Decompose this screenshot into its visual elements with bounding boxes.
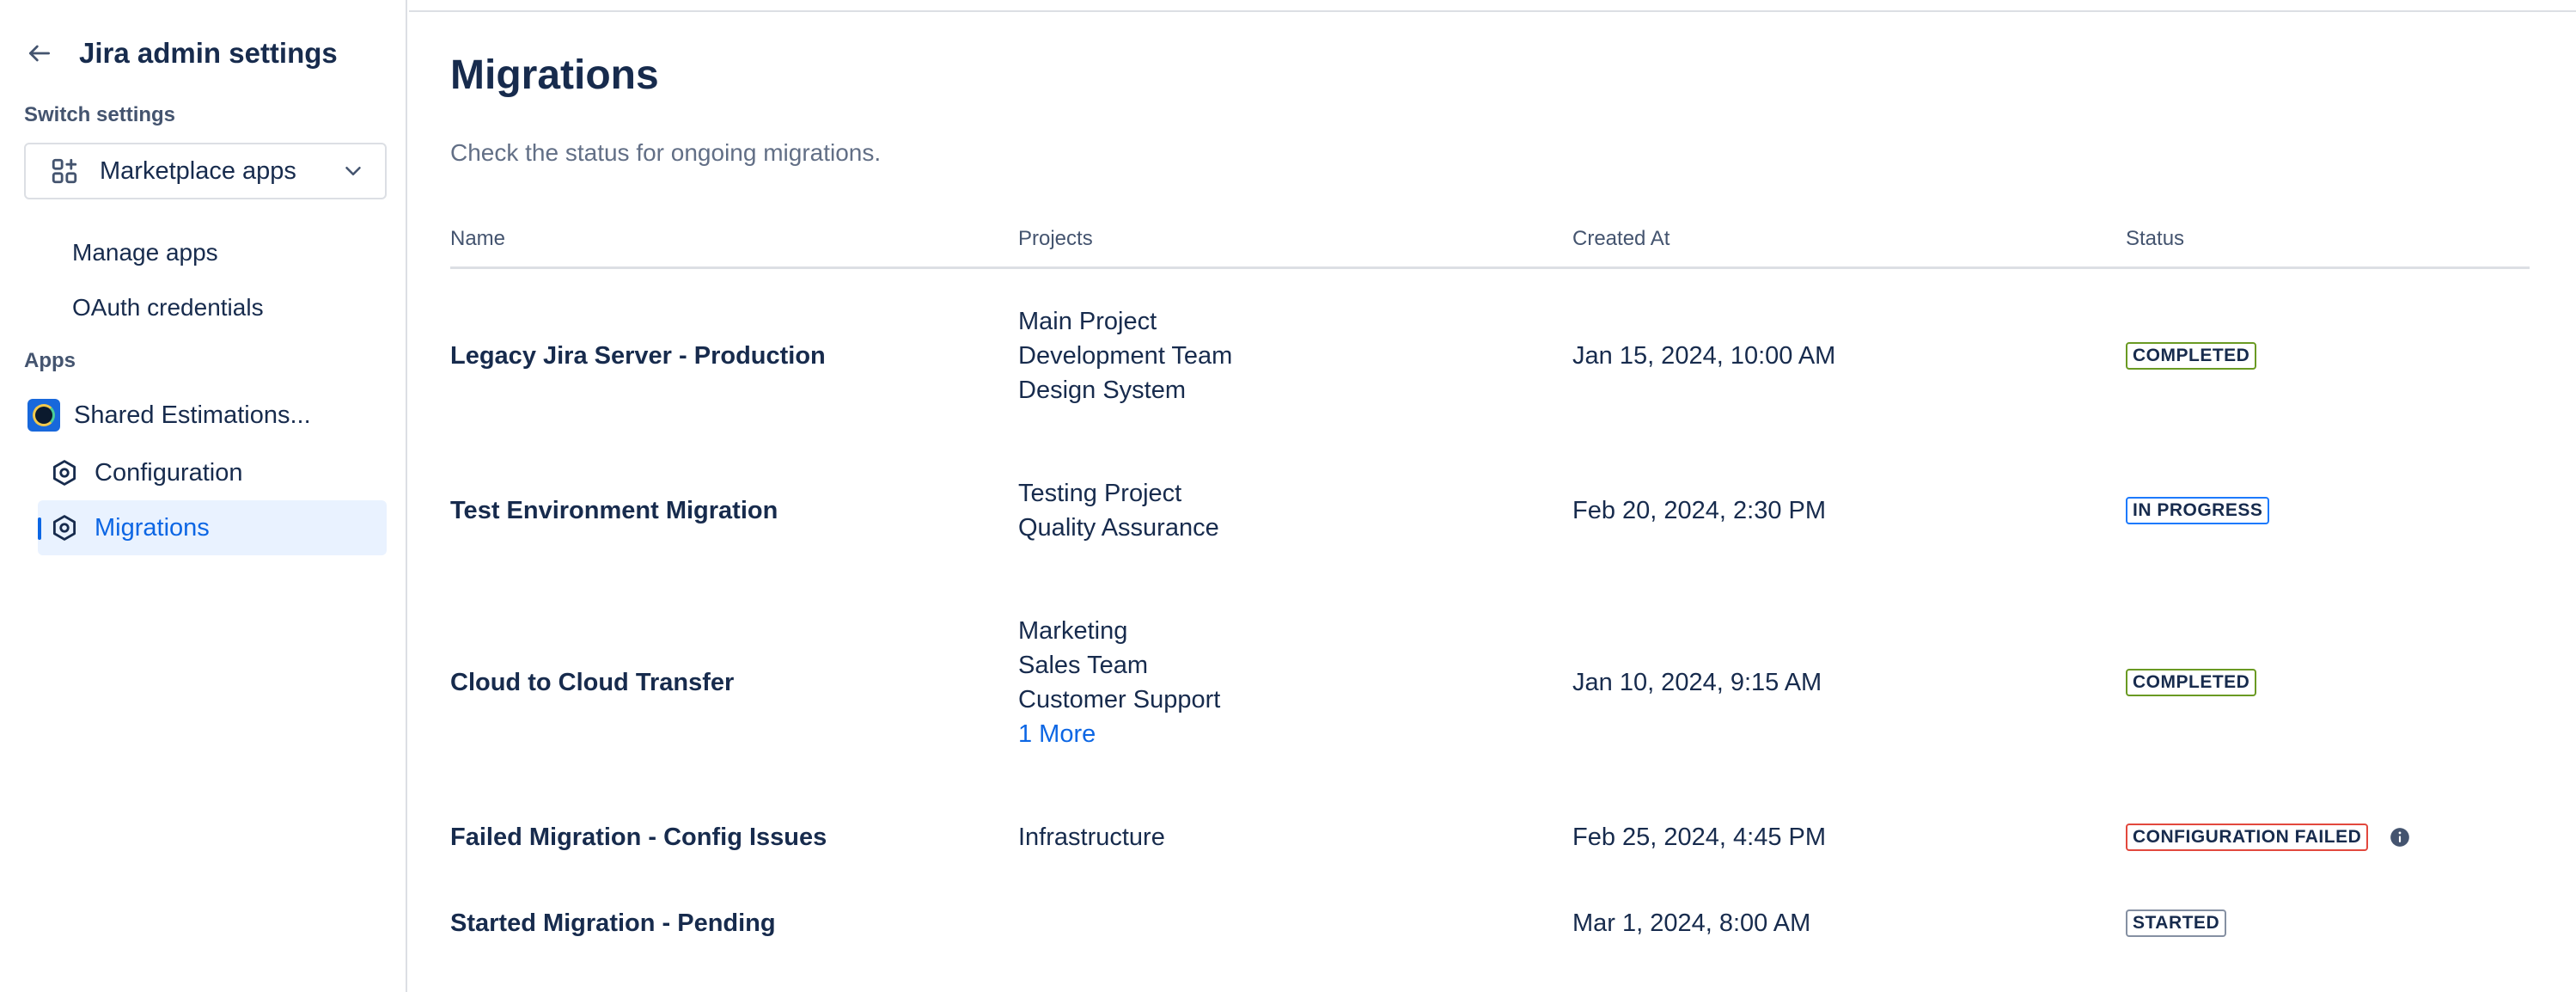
column-header-created-at[interactable]: Created At — [1572, 227, 1670, 251]
projects-cell: Testing Project Quality Assurance — [1018, 476, 1219, 545]
status-cell: IN PROGRESS — [2126, 497, 2270, 524]
sidebar-item-label: Configuration — [95, 458, 243, 487]
header-divider — [450, 266, 2530, 269]
created-at: Feb 20, 2024, 2:30 PM — [1572, 497, 1827, 524]
page-title: Migrations — [450, 52, 659, 98]
sidebar-item-migrations[interactable]: Migrations — [38, 500, 387, 555]
created-at: Jan 15, 2024, 10:00 AM — [1572, 342, 1836, 370]
column-header-status[interactable]: Status — [2126, 227, 2184, 251]
project-name: Infrastructure — [1018, 824, 1165, 851]
migration-name: Test Environment Migration — [450, 497, 778, 524]
migration-name: Started Migration - Pending — [450, 909, 776, 937]
project-name: Sales Team — [1018, 652, 1148, 679]
projects-cell: Main Project Development Team Design Sys… — [1018, 304, 1232, 407]
status-cell: COMPLETED — [2126, 342, 2257, 370]
project-name: Marketing — [1018, 617, 1128, 645]
status-badge: STARTED — [2126, 909, 2227, 937]
switch-select-value: Marketplace apps — [100, 156, 296, 185]
apps-section-label: Apps — [24, 349, 76, 372]
switch-settings-label: Switch settings — [24, 103, 176, 126]
status-badge: IN PROGRESS — [2126, 497, 2270, 524]
column-header-projects[interactable]: Projects — [1018, 227, 1093, 251]
sidebar-header: Jira admin settings — [26, 33, 338, 74]
project-name: Design System — [1018, 377, 1187, 404]
project-name: Customer Support — [1018, 686, 1221, 713]
hexagon-settings-icon — [50, 458, 79, 487]
chevron-down-icon — [340, 158, 366, 184]
created-at: Jan 10, 2024, 9:15 AM — [1572, 669, 1822, 696]
switch-settings-select[interactable]: Marketplace apps — [24, 143, 387, 199]
sidebar: Jira admin settings Switch settings Mark… — [0, 0, 407, 992]
info-icon[interactable] — [2389, 826, 2411, 848]
sidebar-app-shared-estimations[interactable]: Shared Estimations... — [27, 399, 311, 432]
app-name: Shared Estimations... — [74, 401, 311, 429]
hexagon-settings-icon — [50, 513, 79, 542]
main-content: Migrations Check the status for ongoing … — [450, 0, 2530, 992]
created-at: Mar 1, 2024, 8:00 AM — [1572, 909, 1811, 937]
app-logo-icon — [27, 399, 60, 432]
projects-cell: Marketing Sales Team Customer Support 1 … — [1018, 614, 1220, 751]
project-name: Quality Assurance — [1018, 514, 1219, 542]
column-header-name[interactable]: Name — [450, 227, 505, 251]
status-cell: STARTED — [2126, 909, 2227, 937]
project-name: Testing Project — [1018, 480, 1182, 507]
project-name: Main Project — [1018, 308, 1157, 335]
status-badge: COMPLETED — [2126, 342, 2257, 370]
apps-icon — [50, 156, 79, 186]
migration-name: Failed Migration - Config Issues — [450, 824, 827, 851]
sidebar-link-oauth-credentials[interactable]: OAuth credentials — [72, 294, 264, 321]
status-cell: CONFIGURATION FAILED — [2126, 824, 2411, 851]
projects-cell: Infrastructure — [1018, 820, 1165, 854]
more-projects-link[interactable]: 1 More — [1018, 717, 1220, 751]
sidebar-item-configuration[interactable]: Configuration — [38, 445, 387, 500]
migration-name: Legacy Jira Server - Production — [450, 342, 826, 370]
status-badge: COMPLETED — [2126, 669, 2257, 696]
status-badge: CONFIGURATION FAILED — [2126, 824, 2369, 851]
page-description: Check the status for ongoing migrations. — [450, 139, 882, 166]
app-root: Jira admin settings Switch settings Mark… — [0, 0, 2576, 992]
sidebar-title: Jira admin settings — [79, 37, 338, 69]
sidebar-link-manage-apps[interactable]: Manage apps — [72, 239, 218, 266]
created-at: Feb 25, 2024, 4:45 PM — [1572, 824, 1827, 851]
migration-name: Cloud to Cloud Transfer — [450, 669, 735, 696]
sidebar-item-label: Migrations — [95, 513, 210, 542]
status-cell: COMPLETED — [2126, 669, 2257, 696]
project-name: Development Team — [1018, 342, 1233, 370]
arrow-left-icon[interactable] — [26, 33, 60, 74]
